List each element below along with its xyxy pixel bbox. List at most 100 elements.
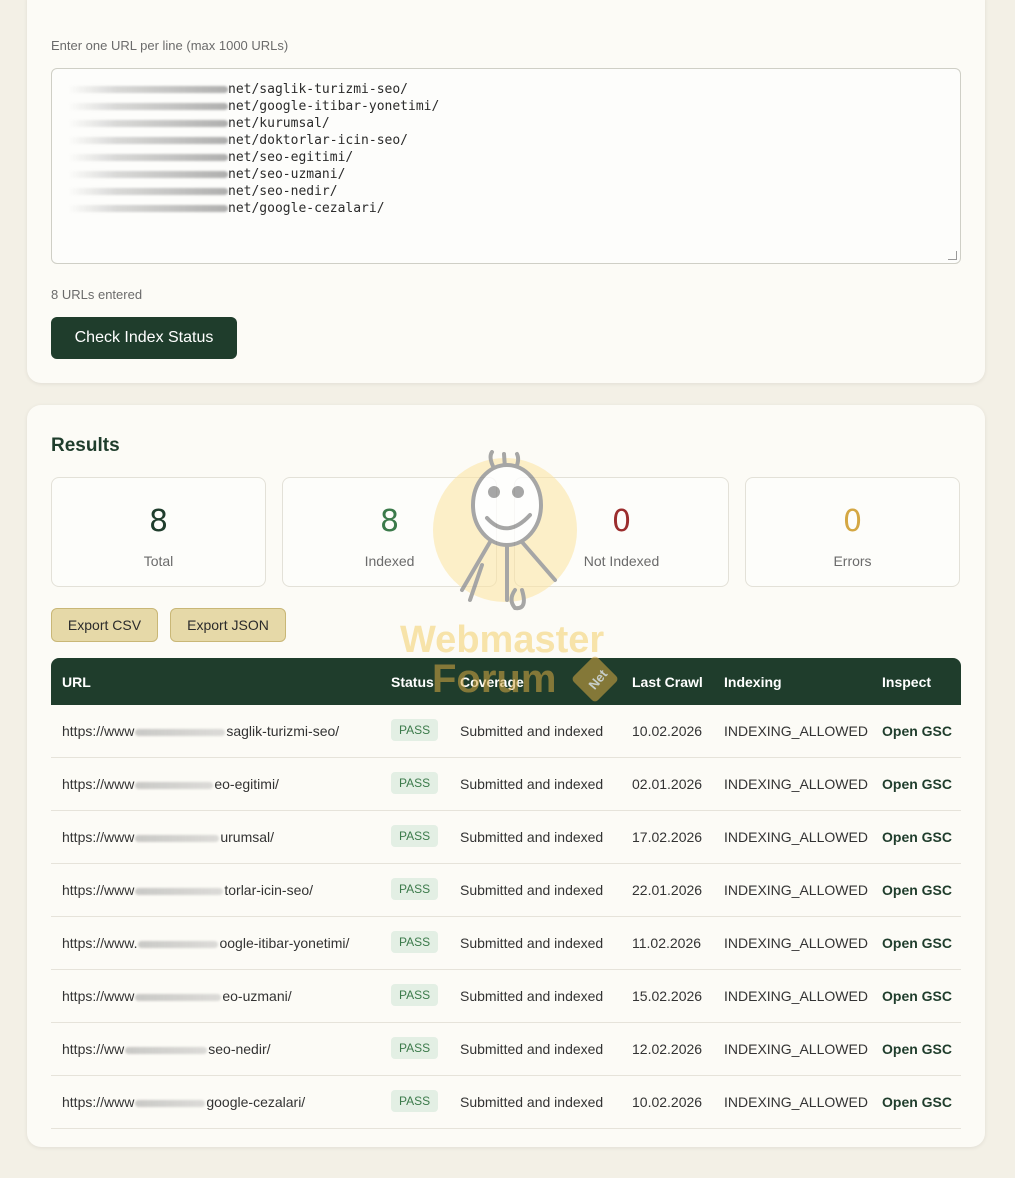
indexing-cell: INDEXING_ALLOWED <box>724 882 868 898</box>
status-badge: PASS <box>391 719 439 741</box>
stat-value: 8 <box>379 504 400 539</box>
open-gsc-link[interactable]: Open GSC <box>882 935 952 951</box>
column-header-inspect: Inspect <box>882 674 932 690</box>
last-crawl-cell: 10.02.2026 <box>632 1094 703 1110</box>
stat-label: Not Indexed <box>583 553 660 569</box>
indexing-cell: INDEXING_ALLOWED <box>724 988 868 1004</box>
status-badge: PASS <box>391 772 439 794</box>
status-cell: PASS <box>391 825 439 847</box>
stat-label: Total <box>143 553 174 569</box>
open-gsc-link[interactable]: Open GSC <box>882 1094 952 1110</box>
table-row: https://www eo-egitimi/ PASS Submitted an… <box>51 758 961 811</box>
column-header-url: URL <box>62 674 91 690</box>
table-header: URL Status Coverage Last Crawl Indexing … <box>51 658 961 705</box>
stat-total: 8 Total <box>51 477 266 587</box>
resize-handle[interactable] <box>948 251 957 260</box>
stat-errors: 0 Errors <box>745 477 960 587</box>
coverage-cell: Submitted and indexed <box>460 723 604 739</box>
indexing-cell: INDEXING_ALLOWED <box>724 1094 868 1110</box>
url-cell: https://www torlar-icin-seo/ <box>62 882 314 898</box>
last-crawl-cell: 12.02.2026 <box>632 1041 703 1057</box>
url-line: net/google-cezalari/ <box>68 200 960 217</box>
indexing-cell: INDEXING_ALLOWED <box>724 776 868 792</box>
open-gsc-link[interactable]: Open GSC <box>882 723 952 739</box>
url-count: 8 URLs entered <box>51 287 143 302</box>
status-badge: PASS <box>391 825 439 847</box>
stat-value: 0 <box>611 504 632 539</box>
results-title: Results <box>51 435 120 456</box>
column-header-coverage: Coverage <box>460 674 524 690</box>
table-row: https://ww seo-nedir/ PASS Submitted and … <box>51 1023 961 1076</box>
column-header-last-crawl: Last Crawl <box>632 674 703 690</box>
indexing-cell: INDEXING_ALLOWED <box>724 723 868 739</box>
status-cell: PASS <box>391 1037 439 1059</box>
export-json-button[interactable]: Export JSON <box>170 608 286 642</box>
status-cell: PASS <box>391 1090 439 1112</box>
status-cell: PASS <box>391 931 439 953</box>
status-badge: PASS <box>391 1037 439 1059</box>
url-line: net/saglik-turizmi-seo/ <box>68 81 960 98</box>
last-crawl-cell: 17.02.2026 <box>632 829 703 845</box>
coverage-cell: Submitted and indexed <box>460 882 604 898</box>
url-cell: https://www urumsal/ <box>62 829 275 845</box>
url-cell: https://www. oogle-itibar-yonetimi/ <box>62 935 350 951</box>
status-cell: PASS <box>391 984 439 1006</box>
coverage-cell: Submitted and indexed <box>460 1094 604 1110</box>
url-line: net/seo-nedir/ <box>68 183 960 200</box>
coverage-cell: Submitted and indexed <box>460 935 604 951</box>
results-card: Results 8 Total 8 Indexed 0 Not Indexed … <box>27 405 985 1147</box>
open-gsc-link[interactable]: Open GSC <box>882 776 952 792</box>
open-gsc-link[interactable]: Open GSC <box>882 988 952 1004</box>
status-badge: PASS <box>391 878 439 900</box>
url-input-label: Enter one URL per line (max 1000 URLs) <box>51 38 289 53</box>
open-gsc-link[interactable]: Open GSC <box>882 882 952 898</box>
last-crawl-cell: 22.01.2026 <box>632 882 703 898</box>
status-cell: PASS <box>391 772 439 794</box>
stat-value: 8 <box>148 504 169 539</box>
results-table: URL Status Coverage Last Crawl Indexing … <box>51 658 961 1129</box>
table-row: https://www saglik-turizmi-seo/ PASS Subm… <box>51 705 961 758</box>
stat-label: Errors <box>833 553 872 569</box>
table-row: https://www eo-uzmani/ PASS Submitted and… <box>51 970 961 1023</box>
url-line: net/seo-uzmani/ <box>68 166 960 183</box>
last-crawl-cell: 11.02.2026 <box>632 935 702 951</box>
url-cell: https://www eo-egitimi/ <box>62 776 279 792</box>
check-index-status-button[interactable]: Check Index Status <box>51 317 237 359</box>
column-header-status: Status <box>391 674 434 690</box>
status-cell: PASS <box>391 719 439 741</box>
url-textarea[interactable]: net/saglik-turizmi-seo/ net/google-itiba… <box>51 68 961 264</box>
indexing-cell: INDEXING_ALLOWED <box>724 935 868 951</box>
stat-value: 0 <box>842 504 863 539</box>
table-row: https://www torlar-icin-seo/ PASS Submitt… <box>51 864 961 917</box>
status-badge: PASS <box>391 931 439 953</box>
open-gsc-link[interactable]: Open GSC <box>882 829 952 845</box>
stat-not-indexed: 0 Not Indexed <box>514 477 729 587</box>
url-cell: https://ww seo-nedir/ <box>62 1041 271 1057</box>
table-row: https://www google-cezalari/ PASS Submitt… <box>51 1076 961 1129</box>
url-cell: https://www eo-uzmani/ <box>62 988 292 1004</box>
status-badge: PASS <box>391 1090 439 1112</box>
url-line: net/google-itibar-yonetimi/ <box>68 98 960 115</box>
table-row: https://www. oogle-itibar-yonetimi/ PASS … <box>51 917 961 970</box>
url-line: net/seo-egitimi/ <box>68 149 960 166</box>
url-cell: https://www google-cezalari/ <box>62 1094 306 1110</box>
coverage-cell: Submitted and indexed <box>460 988 604 1004</box>
column-header-indexing: Indexing <box>724 674 782 690</box>
last-crawl-cell: 02.01.2026 <box>632 776 703 792</box>
indexing-cell: INDEXING_ALLOWED <box>724 1041 868 1057</box>
table-row: https://www urumsal/ PASS Submitted and i… <box>51 811 961 864</box>
coverage-cell: Submitted and indexed <box>460 1041 604 1057</box>
last-crawl-cell: 10.02.2026 <box>632 723 703 739</box>
url-line: net/kurumsal/ <box>68 115 960 132</box>
url-cell: https://www saglik-turizmi-seo/ <box>62 723 340 739</box>
stat-label: Indexed <box>364 553 415 569</box>
url-input-card: Enter one URL per line (max 1000 URLs) n… <box>27 0 985 383</box>
status-cell: PASS <box>391 878 439 900</box>
coverage-cell: Submitted and indexed <box>460 829 604 845</box>
last-crawl-cell: 15.02.2026 <box>632 988 703 1004</box>
open-gsc-link[interactable]: Open GSC <box>882 1041 952 1057</box>
export-csv-button[interactable]: Export CSV <box>51 608 158 642</box>
stat-indexed: 8 Indexed <box>282 477 497 587</box>
coverage-cell: Submitted and indexed <box>460 776 604 792</box>
url-line: net/doktorlar-icin-seo/ <box>68 132 960 149</box>
